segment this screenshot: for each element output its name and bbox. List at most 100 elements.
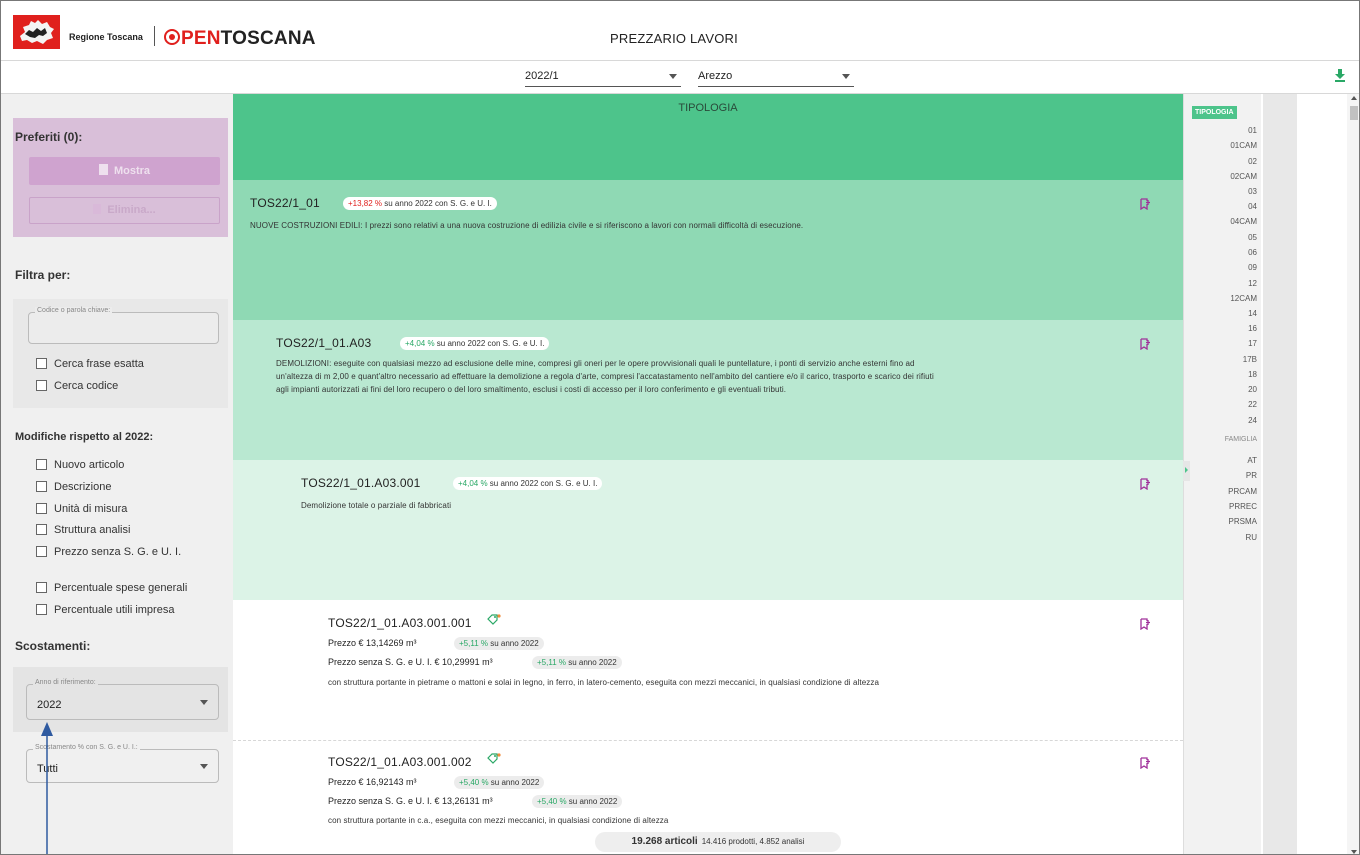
article-code: TOS22/1_01.A03.001.002 xyxy=(328,755,472,769)
index-item[interactable]: 04CAM xyxy=(1230,217,1257,226)
index-item[interactable]: PRCAM xyxy=(1228,487,1257,496)
search-code-label: Cerca codice xyxy=(54,380,119,392)
description-checkbox[interactable]: Descrizione xyxy=(36,481,111,493)
favorites-title: Preferiti (0): xyxy=(15,130,83,144)
logo-divider xyxy=(154,26,155,46)
index-item[interactable]: AT xyxy=(1247,456,1257,465)
level-description: agli impianti autorizzati ai fini del lo… xyxy=(276,385,787,394)
article-code: TOS22/1_01.A03.001.001 xyxy=(328,616,472,630)
change-pct: +4,04 % xyxy=(405,339,435,348)
price-nosg-checkbox[interactable]: Prezzo senza S. G. e U. I. xyxy=(36,546,181,558)
tipologia-title: TIPOLOGIA xyxy=(678,102,738,114)
price-change-suffix: su anno 2022 xyxy=(488,778,540,787)
change-pct: +13,82 % xyxy=(348,199,383,208)
level-01-a03-001[interactable]: TOS22/1_01.A03.001 +4,04 % su anno 2022 … xyxy=(233,460,1183,600)
ref-year-label: Anno di riferimento: xyxy=(33,679,98,686)
toolbar: 2022/1 Arezzo xyxy=(1,61,1359,94)
page-scrollbar[interactable] xyxy=(1347,94,1359,854)
opentoscana-logo[interactable]: PENTOSCANA xyxy=(164,28,316,50)
add-bookmark-icon[interactable] xyxy=(1139,618,1151,630)
scroll-up-arrow-icon[interactable] xyxy=(1351,96,1357,100)
index-item[interactable]: 04 xyxy=(1248,202,1257,211)
scroll-thumb[interactable] xyxy=(1350,106,1358,120)
level-01[interactable]: TOS22/1_01 +13,82 % su anno 2022 con S. … xyxy=(233,180,1183,320)
app-window: Regione Toscana PENTOSCANA PREZZARIO LAV… xyxy=(0,0,1360,855)
index-item[interactable]: 18 xyxy=(1248,370,1257,379)
exact-phrase-checkbox[interactable]: Cerca frase esatta xyxy=(36,358,144,370)
level-code: TOS22/1_01.A03.001 xyxy=(301,476,421,490)
collapse-handle[interactable] xyxy=(1183,461,1190,481)
regione-toscana-logo[interactable] xyxy=(13,15,60,49)
show-favorites-button[interactable]: Mostra xyxy=(29,157,220,185)
index-item[interactable]: 17B xyxy=(1243,355,1257,364)
price-tag-icon[interactable] xyxy=(487,753,501,765)
index-item[interactable]: 17 xyxy=(1248,339,1257,348)
index-item[interactable]: 02CAM xyxy=(1230,172,1257,181)
index-famiglia-head[interactable]: FAMIGLIA xyxy=(1225,436,1257,443)
delete-favorites-button[interactable]: Elimina... xyxy=(29,197,220,224)
index-item[interactable]: PRSMA xyxy=(1229,517,1257,526)
index-item[interactable]: 22 xyxy=(1248,400,1257,409)
article-price: Prezzo € 13,14269 m³ xyxy=(328,638,417,648)
unit-checkbox[interactable]: Unità di misura xyxy=(36,503,127,515)
ref-year-select[interactable]: Anno di riferimento: 2022 xyxy=(26,679,219,720)
analysis-structure-checkbox[interactable]: Struttura analisi xyxy=(36,524,130,536)
index-item[interactable]: PR xyxy=(1246,471,1257,480)
search-input-label: Codice o parola chiave: xyxy=(35,307,113,314)
overhead-pct-label: Percentuale spese generali xyxy=(54,582,188,594)
price-tag-icon[interactable] xyxy=(487,614,501,626)
index-item[interactable]: 05 xyxy=(1248,233,1257,242)
search-input[interactable]: Codice o parola chiave: xyxy=(28,307,219,344)
year-select[interactable]: 2022/1 xyxy=(525,65,681,87)
profit-pct-checkbox[interactable]: Percentuale utili impresa xyxy=(36,604,174,616)
level-description: NUOVE COSTRUZIONI EDILI: I prezzi sono r… xyxy=(250,221,804,230)
exact-phrase-label: Cerca frase esatta xyxy=(54,358,144,370)
search-code-checkbox[interactable]: Cerca codice xyxy=(36,380,118,392)
changes-title: Modifiche rispetto al 2022: xyxy=(15,431,154,443)
overhead-pct-checkbox[interactable]: Percentuale spese generali xyxy=(36,582,187,594)
scroll-down-arrow-icon[interactable] xyxy=(1351,850,1357,854)
add-bookmark-icon[interactable] xyxy=(1139,338,1151,350)
article-description: con struttura portante in c.a., eseguita… xyxy=(328,816,669,825)
index-item[interactable]: RU xyxy=(1245,533,1257,542)
index-item[interactable]: 12CAM xyxy=(1230,294,1257,303)
index-item[interactable]: 24 xyxy=(1248,416,1257,425)
price-change-pct: +5,40 % xyxy=(459,778,489,787)
tipologia-header: TIPOLOGIA xyxy=(233,94,1183,180)
price-change-badge: +5,40 % su anno 2022 xyxy=(454,776,545,789)
price-list: TIPOLOGIA TOS22/1_01 +13,82 % su anno 20… xyxy=(233,94,1183,854)
index-item[interactable]: 03 xyxy=(1248,187,1257,196)
filter-title: Filtra per: xyxy=(15,268,71,282)
article-counter: 19.268 articoli 14.416 prodotti, 4.852 an… xyxy=(595,832,841,852)
change-suffix: su anno 2022 con S. G. e U. I. xyxy=(434,339,545,348)
description-label: Descrizione xyxy=(54,481,112,493)
analysis-structure-label: Struttura analisi xyxy=(54,524,131,536)
index-item[interactable]: 02 xyxy=(1248,157,1257,166)
index-tipologia-tag[interactable]: TIPOLOGIA xyxy=(1192,106,1237,119)
chevron-down-icon xyxy=(200,764,208,769)
chevron-down-icon xyxy=(200,700,208,705)
add-bookmark-icon[interactable] xyxy=(1139,757,1151,769)
show-label: Mostra xyxy=(113,165,151,177)
index-item[interactable]: 06 xyxy=(1248,248,1257,257)
index-item[interactable]: 20 xyxy=(1248,385,1257,394)
article-001[interactable]: TOS22/1_01.A03.001.001 Prezzo € 13,14269… xyxy=(233,600,1183,740)
unit-label: Unità di misura xyxy=(54,503,128,515)
nosg-change-pct: +5,40 % xyxy=(537,797,567,806)
download-icon[interactable] xyxy=(1333,68,1347,82)
province-select[interactable]: Arezzo xyxy=(698,65,854,87)
change-badge: +13,82 % su anno 2022 con S. G. e U. I. xyxy=(343,197,497,210)
index-item[interactable]: 01 xyxy=(1248,126,1257,135)
add-bookmark-icon[interactable] xyxy=(1139,478,1151,490)
new-article-checkbox[interactable]: Nuovo articolo xyxy=(36,459,124,471)
index-item[interactable]: 16 xyxy=(1248,324,1257,333)
index-item[interactable]: 01CAM xyxy=(1230,141,1257,150)
nosg-change-pct: +5,11 % xyxy=(537,658,566,667)
index-item[interactable]: PRREC xyxy=(1229,502,1257,511)
add-bookmark-icon[interactable] xyxy=(1139,198,1151,210)
index-item[interactable]: 09 xyxy=(1248,263,1257,272)
index-gutter xyxy=(1263,94,1297,854)
index-item[interactable]: 12 xyxy=(1248,279,1257,288)
level-01-a03[interactable]: TOS22/1_01.A03 +4,04 % su anno 2022 con … xyxy=(233,320,1183,460)
index-item[interactable]: 14 xyxy=(1248,309,1257,318)
